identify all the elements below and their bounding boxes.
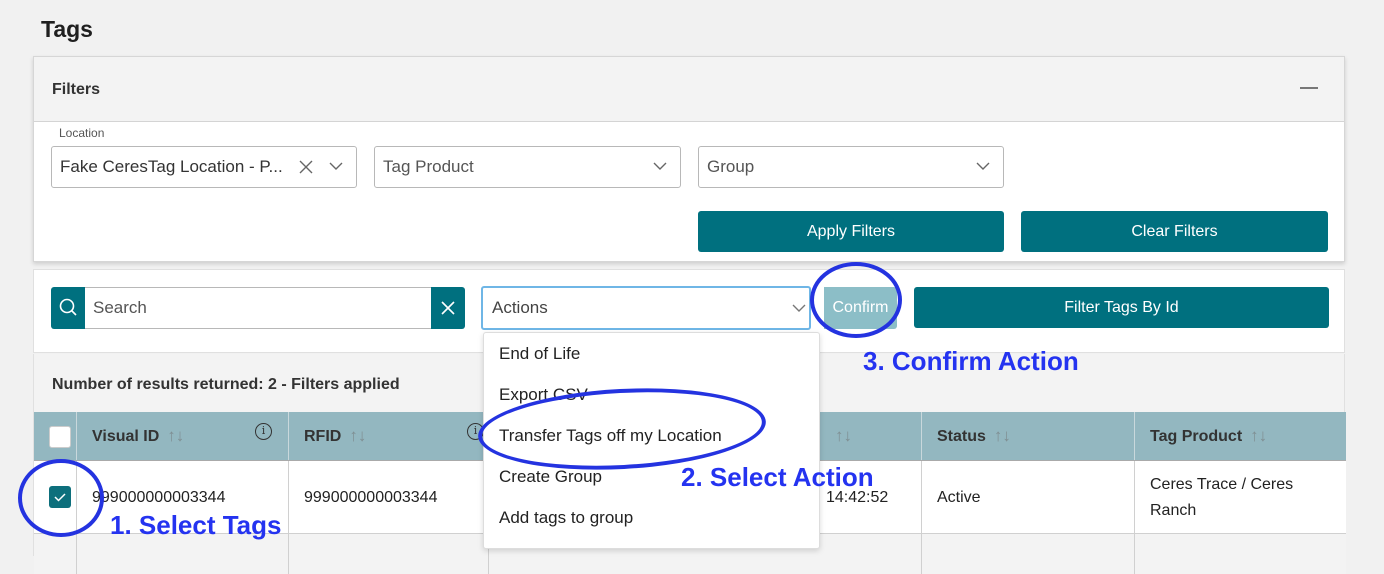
group-placeholder: Group xyxy=(707,157,755,176)
column-label: RFID xyxy=(304,428,342,445)
actions-placeholder: Actions xyxy=(492,298,548,317)
sort-icon[interactable]: ↑↓ xyxy=(167,426,184,445)
location-select[interactable]: Fake CeresTag Location - P... xyxy=(51,146,357,188)
filters-header[interactable]: Filters xyxy=(34,57,1344,122)
menu-item-transfer-tags[interactable]: Transfer Tags off my Location xyxy=(499,426,722,446)
column-tag-product[interactable]: Tag Product ↑↓ xyxy=(1135,412,1346,460)
page-title: Tags xyxy=(41,16,93,42)
row-select-cell xyxy=(34,461,77,534)
sort-icon[interactable]: ↑↓ xyxy=(994,426,1011,445)
confirm-button[interactable]: Confirm xyxy=(824,287,897,329)
annotation-step3: 3. Confirm Action xyxy=(863,346,1079,376)
annotation-step2: 2. Select Action xyxy=(681,462,874,492)
menu-item-create-group[interactable]: Create Group xyxy=(499,467,602,487)
menu-item-add-tags-to-group[interactable]: Add tags to group xyxy=(499,508,633,528)
chevron-down-icon xyxy=(792,304,806,312)
column-label: Visual ID xyxy=(92,428,160,445)
close-icon xyxy=(441,301,455,315)
row-cell xyxy=(922,534,1135,574)
search-button[interactable] xyxy=(51,287,85,329)
cell-rfid: 999000000003344 xyxy=(289,461,489,534)
column-label: Status xyxy=(937,428,986,445)
info-icon[interactable]: i xyxy=(255,423,272,440)
row-cell xyxy=(34,534,77,574)
check-icon xyxy=(54,493,66,502)
group-select[interactable]: Group xyxy=(698,146,1004,188)
column-label: Tag Product xyxy=(1150,428,1243,445)
tag-product-placeholder: Tag Product xyxy=(383,157,474,176)
filters-title: Filters xyxy=(52,81,101,98)
column-rfid[interactable]: RFID ↑↓ i xyxy=(289,412,489,460)
location-label: Location xyxy=(59,126,105,140)
search-input[interactable] xyxy=(85,287,431,329)
location-value: Fake CeresTag Location - P... xyxy=(60,157,283,176)
clear-filters-button[interactable]: Clear Filters xyxy=(1021,211,1328,252)
sort-icon[interactable]: ↑↓ xyxy=(1250,426,1267,445)
chevron-down-icon xyxy=(976,162,990,170)
column-status[interactable]: Status ↑↓ xyxy=(922,412,1135,460)
menu-item-end-of-life[interactable]: End of Life xyxy=(499,344,580,364)
search-icon xyxy=(59,298,77,316)
sort-icon[interactable]: ↑↓ xyxy=(349,426,366,445)
results-summary: Number of results returned: 2 - Filters … xyxy=(52,376,400,393)
minus-icon[interactable] xyxy=(1300,87,1318,89)
filters-panel: Filters Location Fake CeresTag Location … xyxy=(33,56,1345,262)
select-all-checkbox[interactable] xyxy=(49,426,71,448)
tag-product-select[interactable]: Tag Product xyxy=(374,146,681,188)
apply-filters-button[interactable]: Apply Filters xyxy=(698,211,1004,252)
cell-status: Active xyxy=(922,461,1135,534)
row-cell xyxy=(289,534,489,574)
chevron-down-icon xyxy=(653,162,667,170)
cell-tag-product: Ceres Trace / Ceres Ranch xyxy=(1150,475,1294,519)
actions-select[interactable]: Actions xyxy=(481,286,811,330)
search-clear-button[interactable] xyxy=(431,287,465,329)
chevron-down-icon xyxy=(329,162,343,170)
sort-icon[interactable]: ↑↓ xyxy=(835,412,852,460)
menu-item-export-csv[interactable]: Export CSV xyxy=(499,385,588,405)
column-visual-id[interactable]: Visual ID ↑↓ i xyxy=(77,412,289,460)
info-icon[interactable]: i xyxy=(467,423,484,440)
select-all-cell xyxy=(34,412,77,460)
filter-tags-by-id-button[interactable]: Filter Tags By Id xyxy=(914,287,1329,328)
row-checkbox[interactable] xyxy=(49,486,71,508)
actions-dropdown-menu: End of Life Export CSV Transfer Tags off… xyxy=(483,332,820,549)
clear-icon[interactable] xyxy=(298,159,314,175)
annotation-step1: 1. Select Tags xyxy=(110,510,282,540)
